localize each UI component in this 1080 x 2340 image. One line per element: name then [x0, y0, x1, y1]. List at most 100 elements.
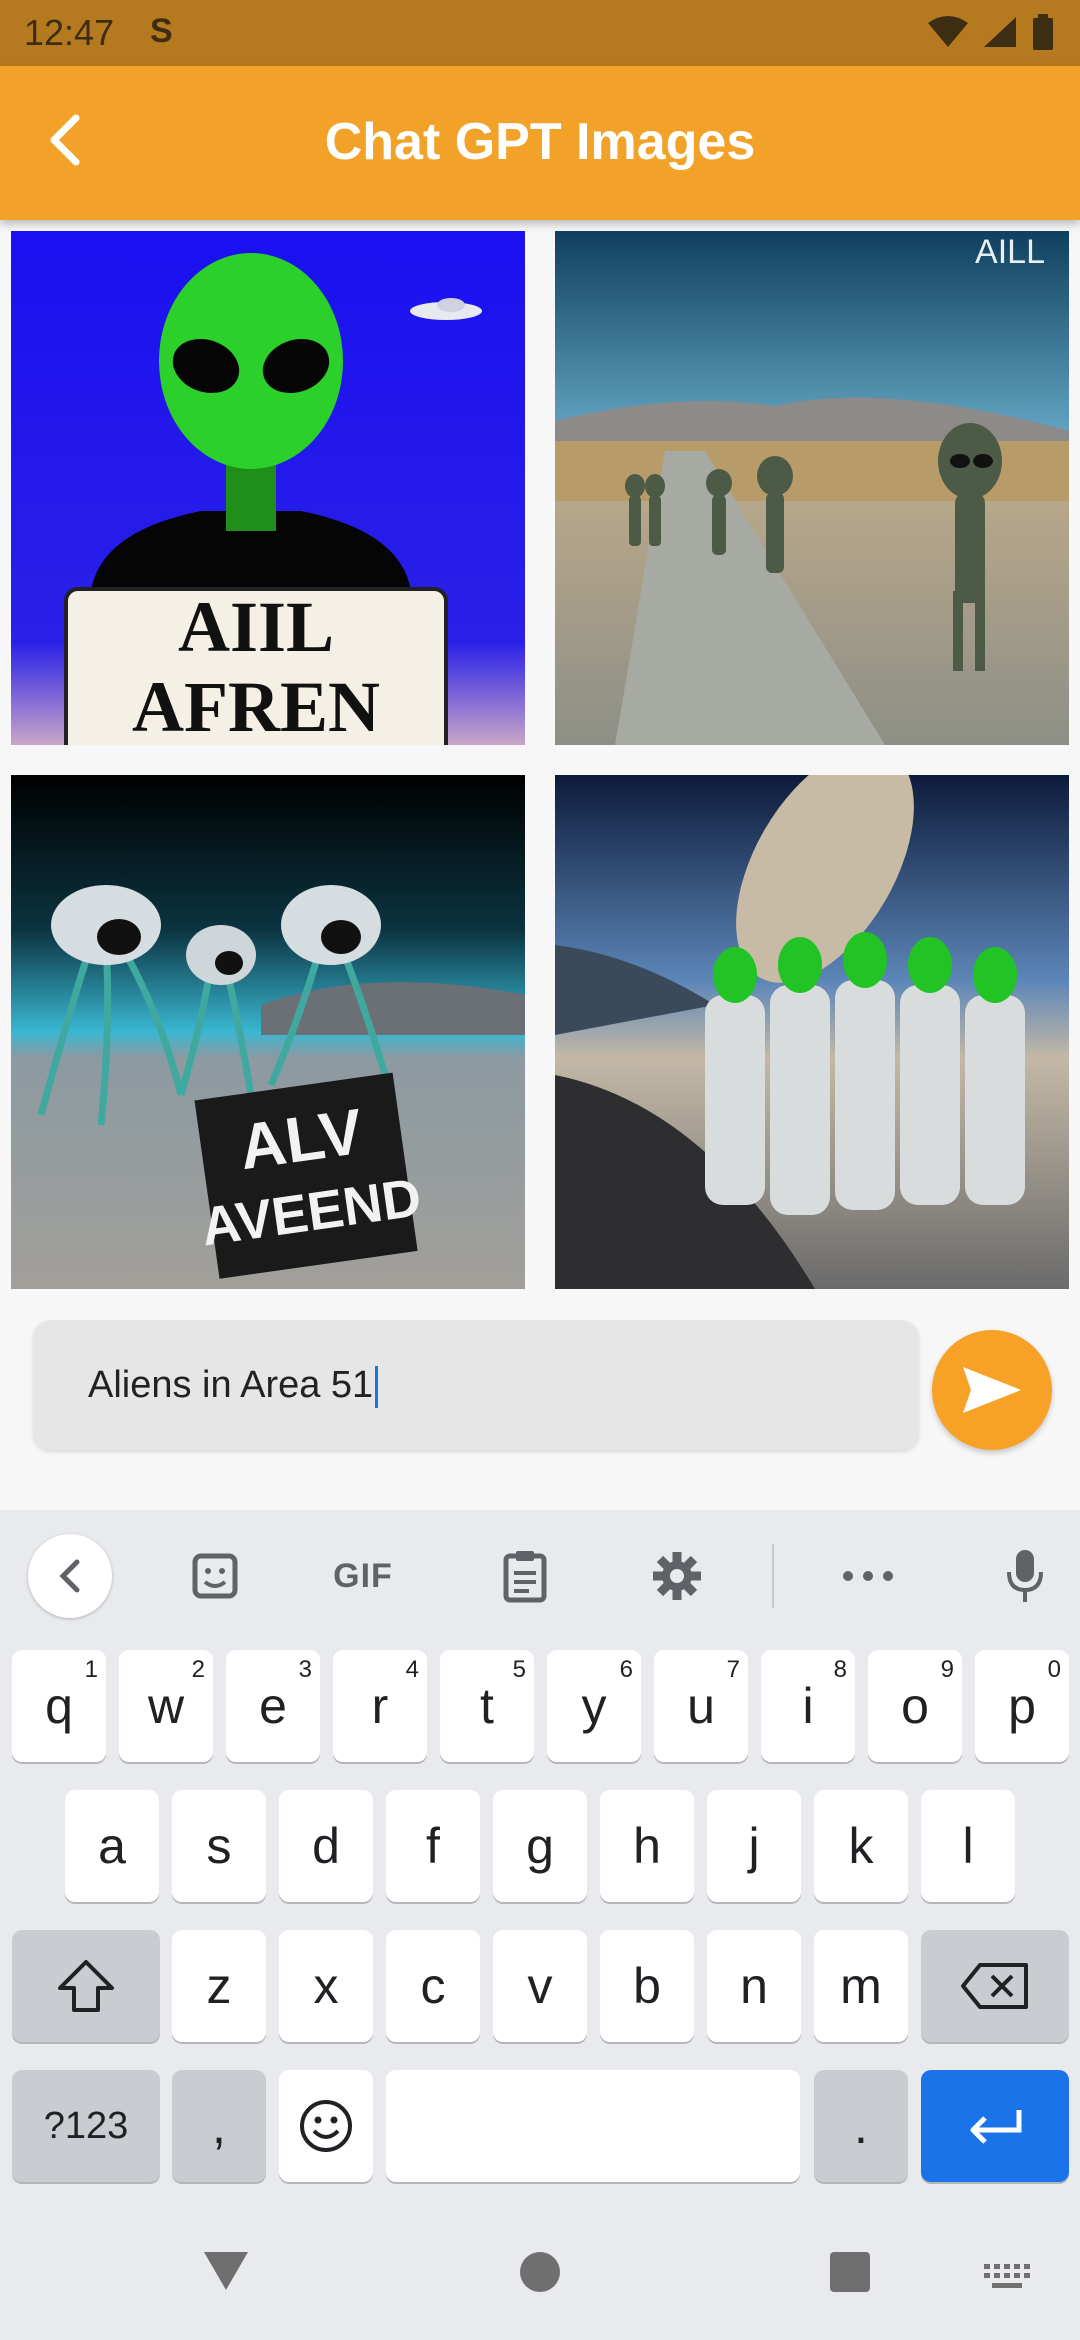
key-s[interactable]: s: [172, 1790, 266, 1902]
key-label: u: [687, 1678, 715, 1734]
nav-back-icon[interactable]: [202, 2250, 250, 2292]
key-hint: 6: [619, 1656, 633, 1683]
backspace-icon: [961, 1963, 1028, 2009]
key-c[interactable]: c: [386, 1930, 480, 2042]
gear-icon: [653, 1552, 701, 1600]
key-hint: 9: [940, 1656, 954, 1683]
clipboard-button[interactable]: [490, 1540, 560, 1612]
image-aliens-road: AILL: [555, 231, 1069, 745]
key-z[interactable]: z: [172, 1930, 266, 2042]
sticker-button[interactable]: [180, 1540, 250, 1612]
prompt-input[interactable]: Aliens in Area 51: [33, 1320, 919, 1450]
keyboard-back-button[interactable]: [28, 1534, 112, 1618]
key-n[interactable]: n: [707, 1930, 801, 2042]
key-hint: 8: [833, 1656, 847, 1683]
battery-icon: [1033, 14, 1053, 50]
image-sign-text: AILL: [975, 233, 1045, 271]
emoji-key[interactable]: [279, 2070, 373, 2182]
space-key[interactable]: [386, 2070, 800, 2182]
microphone-icon: [1007, 1550, 1043, 1602]
key-label: e: [259, 1678, 287, 1734]
page-title: Chat GPT Images: [324, 113, 756, 171]
key-hint: 2: [191, 1656, 205, 1683]
key-v[interactable]: v: [493, 1930, 587, 2042]
shift-icon: [58, 1960, 114, 2012]
enter-key[interactable]: [921, 2070, 1069, 2182]
generated-image-4[interactable]: [555, 775, 1069, 1289]
key-hint: 1: [84, 1656, 98, 1683]
send-icon: [963, 1367, 1021, 1413]
more-horizontal-icon: [843, 1571, 893, 1581]
signal-icon: [984, 17, 1016, 47]
key-label: t: [480, 1678, 494, 1734]
text-caret: [375, 1365, 379, 1408]
symbols-key[interactable]: ?123: [12, 2070, 160, 2182]
more-options-button[interactable]: [832, 1540, 904, 1612]
generated-image-3[interactable]: ALV AVEEND: [11, 775, 525, 1289]
key-l[interactable]: l: [921, 1790, 1015, 1902]
key-m[interactable]: m: [814, 1930, 908, 2042]
key-u[interactable]: u7: [654, 1650, 748, 1762]
image-alien-tripods: ALV AVEEND: [11, 775, 525, 1289]
key-label: p: [1008, 1678, 1036, 1734]
key-d[interactable]: d: [279, 1790, 373, 1902]
nav-home-icon[interactable]: [518, 2250, 562, 2294]
key-o[interactable]: o9: [868, 1650, 962, 1762]
prompt-input-value: Aliens in Area 51: [88, 1364, 379, 1408]
generated-image-1[interactable]: AIIL AFREN: [11, 231, 525, 745]
key-j[interactable]: j: [707, 1790, 801, 1902]
keyboard-switch-icon[interactable]: [984, 2264, 1030, 2290]
key-label: i: [802, 1678, 814, 1734]
generated-image-2[interactable]: AILL: [555, 231, 1069, 745]
key-q[interactable]: q1: [12, 1650, 106, 1762]
key-i[interactable]: i8: [761, 1650, 855, 1762]
keyboard-toolbar: GIF: [0, 1510, 1080, 1640]
key-x[interactable]: x: [279, 1930, 373, 2042]
image-sign-line2: AFREN: [132, 667, 380, 745]
status-bar: 12:47 S: [0, 0, 1080, 66]
gif-button[interactable]: GIF: [318, 1540, 408, 1612]
nav-recents-icon[interactable]: [828, 2250, 872, 2294]
key-label: q: [45, 1678, 73, 1734]
shift-key[interactable]: [12, 1930, 160, 2042]
clipboard-icon: [503, 1551, 547, 1603]
key-p[interactable]: p0: [975, 1650, 1069, 1762]
image-alien-group: [555, 775, 1069, 1289]
comma-key[interactable]: ,: [172, 2070, 266, 2182]
voice-input-button[interactable]: [990, 1540, 1060, 1612]
backspace-key[interactable]: [921, 1930, 1069, 2042]
key-w[interactable]: w2: [119, 1650, 213, 1762]
enter-icon: [970, 2110, 1022, 2144]
key-label: w: [147, 1678, 185, 1734]
app-bar: Chat GPT Images: [0, 66, 1080, 220]
chevron-left-icon: [59, 1559, 80, 1593]
key-h[interactable]: h: [600, 1790, 694, 1902]
settings-button[interactable]: [642, 1540, 712, 1612]
image-alien-portrait: AIIL AFREN: [11, 231, 525, 745]
sim-status-icon: S: [150, 12, 173, 50]
send-button[interactable]: [932, 1330, 1052, 1450]
status-icons: [928, 14, 1054, 50]
image-sign-line1: AIIL: [178, 587, 334, 667]
key-e[interactable]: e3: [226, 1650, 320, 1762]
wifi-icon: [928, 16, 968, 47]
key-hint: 3: [298, 1656, 312, 1683]
key-f[interactable]: f: [386, 1790, 480, 1902]
key-hint: 7: [726, 1656, 740, 1683]
period-key[interactable]: .: [814, 2070, 908, 2182]
key-label: r: [371, 1678, 389, 1734]
key-g[interactable]: g: [493, 1790, 587, 1902]
key-k[interactable]: k: [814, 1790, 908, 1902]
toolbar-divider: [772, 1544, 774, 1608]
status-time: 12:47: [24, 12, 115, 53]
prompt-value-text: Aliens in Area 51: [88, 1364, 374, 1406]
key-y[interactable]: y6: [547, 1650, 641, 1762]
key-r[interactable]: r4: [333, 1650, 427, 1762]
key-hint: 5: [512, 1656, 526, 1683]
key-hint: 4: [405, 1656, 419, 1683]
key-a[interactable]: a: [65, 1790, 159, 1902]
key-b[interactable]: b: [600, 1930, 694, 2042]
sticker-icon: [192, 1553, 238, 1599]
key-t[interactable]: t5: [440, 1650, 534, 1762]
key-label: y: [581, 1678, 607, 1734]
